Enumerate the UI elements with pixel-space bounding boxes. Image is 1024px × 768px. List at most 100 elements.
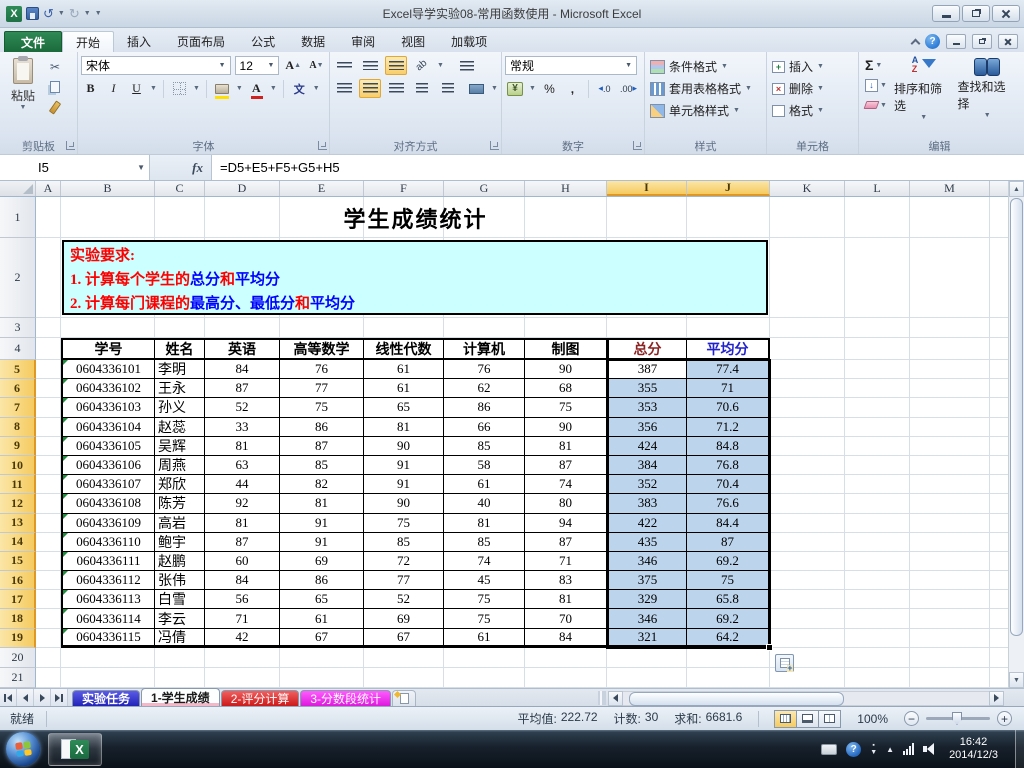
- row-header-3[interactable]: 3: [0, 318, 36, 338]
- align-center-button[interactable]: [359, 79, 381, 98]
- percent-style-button[interactable]: %: [540, 79, 559, 98]
- cell-G16[interactable]: 45: [444, 571, 525, 591]
- cell-E15[interactable]: 69: [280, 551, 364, 572]
- cell-J19[interactable]: 64.2: [687, 628, 770, 648]
- cell-C3[interactable]: [155, 318, 205, 338]
- cell-L13[interactable]: [845, 513, 910, 533]
- column-header-I[interactable]: I: [607, 180, 687, 196]
- clear-button[interactable]: ▼: [862, 96, 890, 114]
- cell-J14[interactable]: 87: [687, 532, 770, 552]
- row-header-21[interactable]: 21: [0, 667, 36, 688]
- cell-E18[interactable]: 61: [280, 609, 364, 629]
- cell-G3[interactable]: [444, 318, 525, 338]
- cell-L20[interactable]: [845, 647, 910, 668]
- italic-button[interactable]: I: [104, 79, 123, 98]
- cell-B11[interactable]: 0604336107: [61, 475, 155, 495]
- customize-qat-icon[interactable]: ▼: [95, 10, 102, 17]
- cell-D20[interactable]: [205, 647, 280, 668]
- cell-J11[interactable]: 70.4: [687, 475, 770, 495]
- cell-H11[interactable]: 74: [525, 475, 607, 495]
- cell-A17[interactable]: [36, 590, 61, 610]
- cell-J9[interactable]: 84.8: [687, 436, 770, 456]
- cell-F12[interactable]: 90: [364, 494, 444, 514]
- find-select-button[interactable]: 查找和选择 ▼: [957, 56, 1017, 137]
- cell-G13[interactable]: 81: [444, 513, 525, 533]
- cell-E10[interactable]: 85: [280, 455, 364, 476]
- zoom-level[interactable]: 100%: [857, 712, 888, 726]
- cell-K10[interactable]: [770, 455, 845, 476]
- cell-C19[interactable]: 冯倩: [155, 628, 205, 648]
- cell-H4[interactable]: 制图: [525, 338, 607, 360]
- merge-center-button[interactable]: [465, 79, 487, 98]
- cell-styles-button[interactable]: 单元格样式 ▼: [648, 100, 763, 121]
- cell-A12[interactable]: [36, 494, 61, 514]
- page-layout-view-button[interactable]: [796, 709, 820, 728]
- font-name-combobox[interactable]: 宋体 ▼: [81, 56, 231, 75]
- tab-审阅[interactable]: 审阅: [338, 31, 388, 52]
- cell-M2[interactable]: [910, 238, 990, 318]
- cell-G10[interactable]: 58: [444, 455, 525, 476]
- cell-A5[interactable]: [36, 360, 61, 380]
- cell-G7[interactable]: 86: [444, 398, 525, 418]
- decrease-decimal-button[interactable]: .00 ▸: [618, 79, 639, 98]
- cell-F10[interactable]: 91: [364, 455, 444, 476]
- cell-I16[interactable]: 375: [607, 571, 687, 591]
- cell-B19[interactable]: 0604336115: [61, 628, 155, 648]
- column-header-J[interactable]: J: [687, 180, 770, 196]
- cell-M9[interactable]: [910, 436, 990, 456]
- cell-M11[interactable]: [910, 475, 990, 495]
- tab-公式[interactable]: 公式: [238, 31, 288, 52]
- cell-I7[interactable]: 353: [607, 398, 687, 418]
- cell-A11[interactable]: [36, 475, 61, 495]
- column-header-G[interactable]: G: [444, 181, 525, 196]
- cell-D17[interactable]: 56: [205, 590, 280, 610]
- cell-A1[interactable]: [36, 197, 61, 238]
- cell-E14[interactable]: 91: [280, 532, 364, 552]
- cell-J21[interactable]: [687, 667, 770, 688]
- cell-L16[interactable]: [845, 571, 910, 591]
- cell-M14[interactable]: [910, 532, 990, 552]
- fill-color-dropdown-icon[interactable]: ▼: [236, 85, 243, 92]
- grow-font-button[interactable]: A ▲: [283, 56, 303, 75]
- column-header-H[interactable]: H: [525, 181, 607, 196]
- cell-M12[interactable]: [910, 494, 990, 514]
- cell-F7[interactable]: 65: [364, 398, 444, 418]
- scroll-down-icon[interactable]: ▼: [1009, 672, 1024, 688]
- cell-B15[interactable]: 0604336111: [61, 551, 155, 572]
- cell-L8[interactable]: [845, 417, 910, 437]
- show-desktop-button[interactable]: [1015, 730, 1024, 768]
- cell-J7[interactable]: 70.6: [687, 398, 770, 418]
- cell-L4[interactable]: [845, 338, 910, 360]
- cell-D4[interactable]: 英语: [205, 338, 280, 360]
- normal-view-button[interactable]: [774, 709, 798, 728]
- align-left-button[interactable]: [333, 79, 355, 98]
- cell-I21[interactable]: [607, 667, 687, 688]
- tab-页面布局[interactable]: 页面布局: [164, 31, 238, 52]
- cell-B4[interactable]: 学号: [61, 338, 155, 360]
- cell-L5[interactable]: [845, 360, 910, 380]
- cell-J18[interactable]: 69.2: [687, 609, 770, 629]
- cut-icon[interactable]: ✂: [46, 59, 64, 75]
- middle-align-button[interactable]: [359, 56, 381, 75]
- cell-K3[interactable]: [770, 318, 845, 338]
- scroll-right-icon[interactable]: [989, 690, 1004, 706]
- column-header-E[interactable]: E: [280, 181, 364, 196]
- zoom-in-button[interactable]: +: [997, 711, 1012, 726]
- cell-H3[interactable]: [525, 318, 607, 338]
- cell-M6[interactable]: [910, 379, 990, 399]
- cell-A16[interactable]: [36, 571, 61, 591]
- cell-H7[interactable]: 75: [525, 398, 607, 418]
- grid-body[interactable]: 1 2 3 4 学号 姓名 英语 高等数学 线性代数 计算机 制图 总分 平均分 5 0604336101 李…: [0, 197, 1008, 688]
- cell-C7[interactable]: 孙义: [155, 398, 205, 418]
- cell-I20[interactable]: [607, 647, 687, 668]
- cell-B16[interactable]: 0604336112: [61, 571, 155, 591]
- save-icon[interactable]: [26, 7, 39, 20]
- tab-插入[interactable]: 插入: [114, 31, 164, 52]
- cell-I10[interactable]: 384: [607, 455, 687, 476]
- cell-M7[interactable]: [910, 398, 990, 418]
- undo-dropdown-icon[interactable]: ▼: [58, 10, 65, 17]
- row-header-1[interactable]: 1: [0, 197, 36, 238]
- cell-F20[interactable]: [364, 647, 444, 668]
- font-dialog-launcher-icon[interactable]: [318, 141, 327, 150]
- minimize-button[interactable]: [932, 5, 960, 22]
